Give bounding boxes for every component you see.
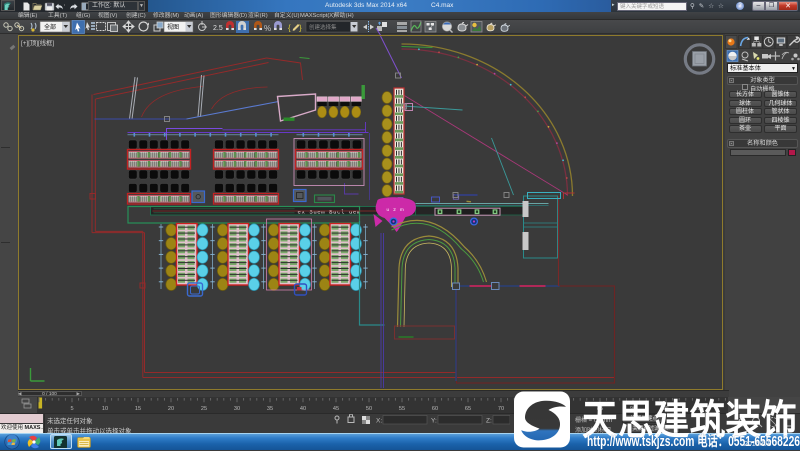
- svg-text:2.5: 2.5: [213, 25, 223, 32]
- svg-text:60: 60: [432, 406, 438, 412]
- svg-text:X:: X:: [376, 417, 382, 424]
- svg-text:视图: 视图: [167, 23, 179, 31]
- svg-text:Y:: Y:: [431, 417, 437, 424]
- svg-text:{: {: [288, 23, 291, 32]
- svg-text:全部: 全部: [44, 23, 56, 31]
- svg-text:25: 25: [201, 406, 207, 412]
- svg-text:50: 50: [366, 406, 372, 412]
- svg-text:40: 40: [300, 406, 306, 412]
- svg-text:ex Suem Bucl uem: ex Suem Bucl uem: [297, 209, 360, 216]
- svg-text:5: 5: [70, 406, 73, 412]
- svg-text:}: }: [299, 23, 302, 32]
- svg-text:35: 35: [267, 406, 273, 412]
- svg-text:u 2 m: u 2 m: [386, 207, 405, 212]
- svg-text:70: 70: [498, 406, 504, 412]
- svg-text:20: 20: [168, 406, 174, 412]
- svg-text:30: 30: [234, 406, 240, 412]
- svg-text:%: %: [264, 24, 271, 33]
- svg-text:Z:: Z:: [486, 417, 492, 424]
- svg-text:45: 45: [333, 406, 339, 412]
- svg-text:65: 65: [465, 406, 471, 412]
- svg-text:15: 15: [135, 406, 141, 412]
- svg-text:55: 55: [399, 406, 405, 412]
- svg-text:创建选择集: 创建选择集: [309, 23, 337, 31]
- svg-text:10: 10: [102, 406, 108, 412]
